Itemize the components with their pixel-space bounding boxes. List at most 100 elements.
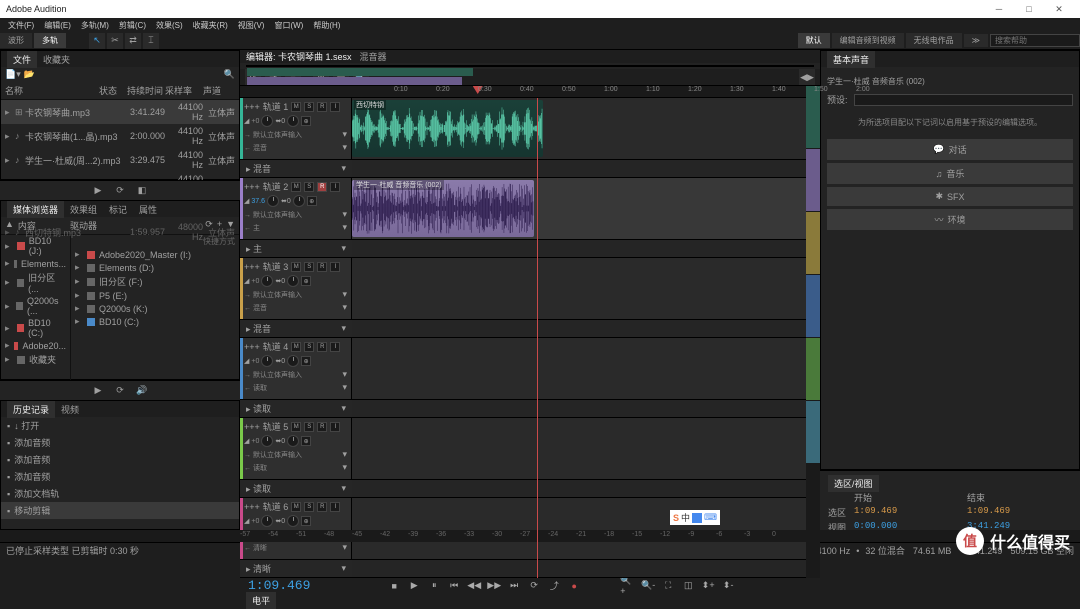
history-item[interactable]: ▪添加音频 bbox=[1, 468, 239, 485]
minimize-button[interactable]: ─ bbox=[984, 4, 1014, 14]
slip-tool-icon[interactable]: ⇄ bbox=[125, 33, 141, 49]
record-arm-button[interactable]: R bbox=[317, 262, 327, 272]
video-tab[interactable]: 视频 bbox=[55, 401, 85, 418]
monitor-button[interactable]: I bbox=[330, 262, 340, 272]
track-fx-icon[interactable]: ⊕ bbox=[301, 116, 311, 126]
autoplay-icon[interactable]: ◧ bbox=[135, 184, 149, 198]
razor-tool-icon[interactable]: ✂ bbox=[107, 33, 123, 49]
menu-help[interactable]: 帮助(H) bbox=[309, 20, 344, 31]
monitor-button[interactable]: I bbox=[330, 342, 340, 352]
drive-item[interactable]: ▸P5 (E:) bbox=[71, 289, 239, 302]
zoom-sel-icon[interactable]: ◫ bbox=[680, 579, 696, 593]
track-fx-icon[interactable]: ⊕ bbox=[301, 276, 311, 286]
playhead-line[interactable] bbox=[537, 98, 538, 578]
record-arm-button[interactable]: R bbox=[317, 422, 327, 432]
volume-knob[interactable] bbox=[261, 515, 273, 527]
dialogue-button[interactable]: 💬对话 bbox=[827, 139, 1073, 160]
track-lane[interactable] bbox=[352, 498, 806, 559]
zoom-in-icon[interactable]: 🔍+ bbox=[620, 579, 636, 593]
loop-icon[interactable]: ⟳ bbox=[113, 184, 127, 198]
filter-icon[interactable]: 🔍 bbox=[224, 69, 235, 80]
volume-knob[interactable] bbox=[261, 275, 273, 287]
drive-item[interactable]: ▸Q2000s (K:) bbox=[71, 302, 239, 315]
monitor-button[interactable]: I bbox=[330, 422, 340, 432]
pan-knob[interactable] bbox=[293, 195, 305, 207]
drive-item[interactable]: ▸旧分区 (... bbox=[1, 270, 70, 295]
menu-file[interactable]: 文件(F) bbox=[4, 20, 38, 31]
track-header[interactable]: +++轨道 5 M S R I ◢ +0 ⬌0 ⊕ → 默认立体声输入 ▾ ← … bbox=[240, 418, 352, 479]
menu-window[interactable]: 窗口(W) bbox=[270, 20, 307, 31]
track-lane[interactable] bbox=[352, 258, 806, 319]
track-header[interactable]: +++轨道 2 M S R I ◢ 37.6 ⬌0 ⊕ → 默认立体声输入 ▾ … bbox=[240, 178, 352, 239]
record-arm-button[interactable]: R bbox=[317, 502, 327, 512]
monitor-button[interactable]: I bbox=[330, 182, 340, 192]
zoom-out-icon[interactable]: 🔍- bbox=[640, 579, 656, 593]
rewind-icon[interactable]: ◀◀ bbox=[466, 579, 482, 593]
volume-knob[interactable] bbox=[261, 115, 273, 127]
track-lane[interactable]: 学生一·杜威 音频音乐 (002) bbox=[352, 178, 806, 239]
record-arm-button[interactable]: R bbox=[317, 102, 327, 112]
solo-button[interactable]: S bbox=[304, 102, 314, 112]
ws-radio[interactable]: 无线电作品 bbox=[906, 33, 962, 48]
history-tab[interactable]: 历史记录 bbox=[7, 401, 55, 418]
drive-item[interactable]: ▸Elements (D:) bbox=[71, 261, 239, 274]
file-row[interactable]: ▸♪卡农钢琴曲(1...晶).mp32:00.00044100 Hz立体声 bbox=[1, 124, 239, 148]
essential-sound-tab[interactable]: 基本声音 bbox=[827, 51, 875, 68]
audio-clip[interactable]: 西切特钢 bbox=[352, 100, 543, 157]
properties-tab[interactable]: 属性 bbox=[133, 201, 163, 218]
pan-knob[interactable] bbox=[287, 435, 299, 447]
menu-effects[interactable]: 效果(S) bbox=[152, 20, 187, 31]
track-header[interactable]: +++轨道 1 M S R I ◢ +0 ⬌0 ⊕ → 默认立体声输入 ▾ ← … bbox=[240, 98, 352, 159]
bus-header[interactable]: ▸ 混音▾ bbox=[240, 160, 352, 177]
mute-button[interactable]: M bbox=[291, 422, 301, 432]
media-browser-tab[interactable]: 媒体浏览器 bbox=[7, 201, 64, 218]
history-item[interactable]: ▪添加音频 bbox=[1, 434, 239, 451]
track-header[interactable]: +++轨道 4 M S R I ◢ +0 ⬌0 ⊕ → 默认立体声输入 ▾ ← … bbox=[240, 338, 352, 399]
mixer-tab[interactable]: 混音器 bbox=[360, 50, 387, 63]
music-button[interactable]: ♫音乐 bbox=[827, 163, 1073, 184]
zoom-full-icon[interactable]: ⛶ bbox=[660, 579, 676, 593]
move-tool-icon[interactable]: ↖ bbox=[89, 33, 105, 49]
audio-clip[interactable]: 学生一·杜威 音频音乐 (002) bbox=[352, 180, 534, 237]
drive-item[interactable]: ▸Q2000s (... bbox=[1, 295, 70, 317]
drive-item[interactable]: ▸BD10 (C:) bbox=[1, 317, 70, 339]
new-file-icon[interactable]: 📄▾ bbox=[5, 69, 21, 80]
selection-view-tab[interactable]: 选区/视图 bbox=[828, 475, 879, 492]
ws-default[interactable]: 默认 bbox=[798, 33, 830, 48]
monitor-button[interactable]: I bbox=[330, 502, 340, 512]
mute-button[interactable]: M bbox=[291, 102, 301, 112]
volume-knob[interactable] bbox=[261, 355, 273, 367]
pan-knob[interactable] bbox=[287, 115, 299, 127]
history-item[interactable]: ▪添加文档轨 bbox=[1, 485, 239, 502]
media-speaker-icon[interactable]: 🔊 bbox=[135, 384, 149, 398]
track-lane[interactable]: 西切特钢 bbox=[352, 98, 806, 159]
menu-edit[interactable]: 编辑(E) bbox=[40, 20, 75, 31]
prev-icon[interactable]: ⏮ bbox=[446, 579, 462, 593]
ambience-button[interactable]: 〰环境 bbox=[827, 209, 1073, 230]
ime-indicator[interactable]: S中⌨ bbox=[670, 510, 720, 525]
open-file-icon[interactable]: 📂 bbox=[24, 69, 35, 80]
solo-button[interactable]: S bbox=[304, 422, 314, 432]
solo-button[interactable]: S bbox=[304, 182, 314, 192]
next-icon[interactable]: ⏭ bbox=[506, 579, 522, 593]
menu-clip[interactable]: 剪辑(C) bbox=[115, 20, 150, 31]
time-ruler[interactable]: 0:100:200:300:400:501:001:101:201:301:40… bbox=[240, 86, 806, 98]
media-play-icon[interactable]: ▶ bbox=[91, 384, 105, 398]
levels-tab[interactable]: 电平 bbox=[246, 592, 276, 609]
media-loop-icon[interactable]: ⟳ bbox=[113, 384, 127, 398]
skip-icon[interactable]: ⤴ bbox=[546, 579, 562, 593]
mute-button[interactable]: M bbox=[291, 502, 301, 512]
monitor-button[interactable]: I bbox=[330, 102, 340, 112]
drive-item[interactable]: ▸收藏夹 bbox=[1, 352, 70, 367]
bus-header[interactable]: ▸ 读取▾ bbox=[240, 400, 352, 417]
file-row[interactable]: ▸♪学生一·杜威(周...2).mp33:29.47544100 Hz立体声 bbox=[1, 148, 239, 172]
close-button[interactable]: ✕ bbox=[1044, 4, 1074, 15]
track-fx-icon[interactable]: ⊕ bbox=[307, 196, 317, 206]
zoom-out-v-icon[interactable]: ⬍- bbox=[720, 579, 736, 593]
drive-item[interactable]: ▸BD10 (C:) bbox=[71, 315, 239, 328]
history-item[interactable]: ▪添加音频 bbox=[1, 451, 239, 468]
solo-button[interactable]: S bbox=[304, 262, 314, 272]
drive-item[interactable]: ▸Adobe20... bbox=[1, 339, 70, 352]
file-row[interactable]: ▸♪西切特钢.mp31:59.95748000 Hz立体声 bbox=[1, 220, 239, 244]
track-header[interactable]: +++轨道 6 M S R I ◢ +0 ⬌0 ⊕ → 默认立体声输入 ▾ ← … bbox=[240, 498, 352, 559]
